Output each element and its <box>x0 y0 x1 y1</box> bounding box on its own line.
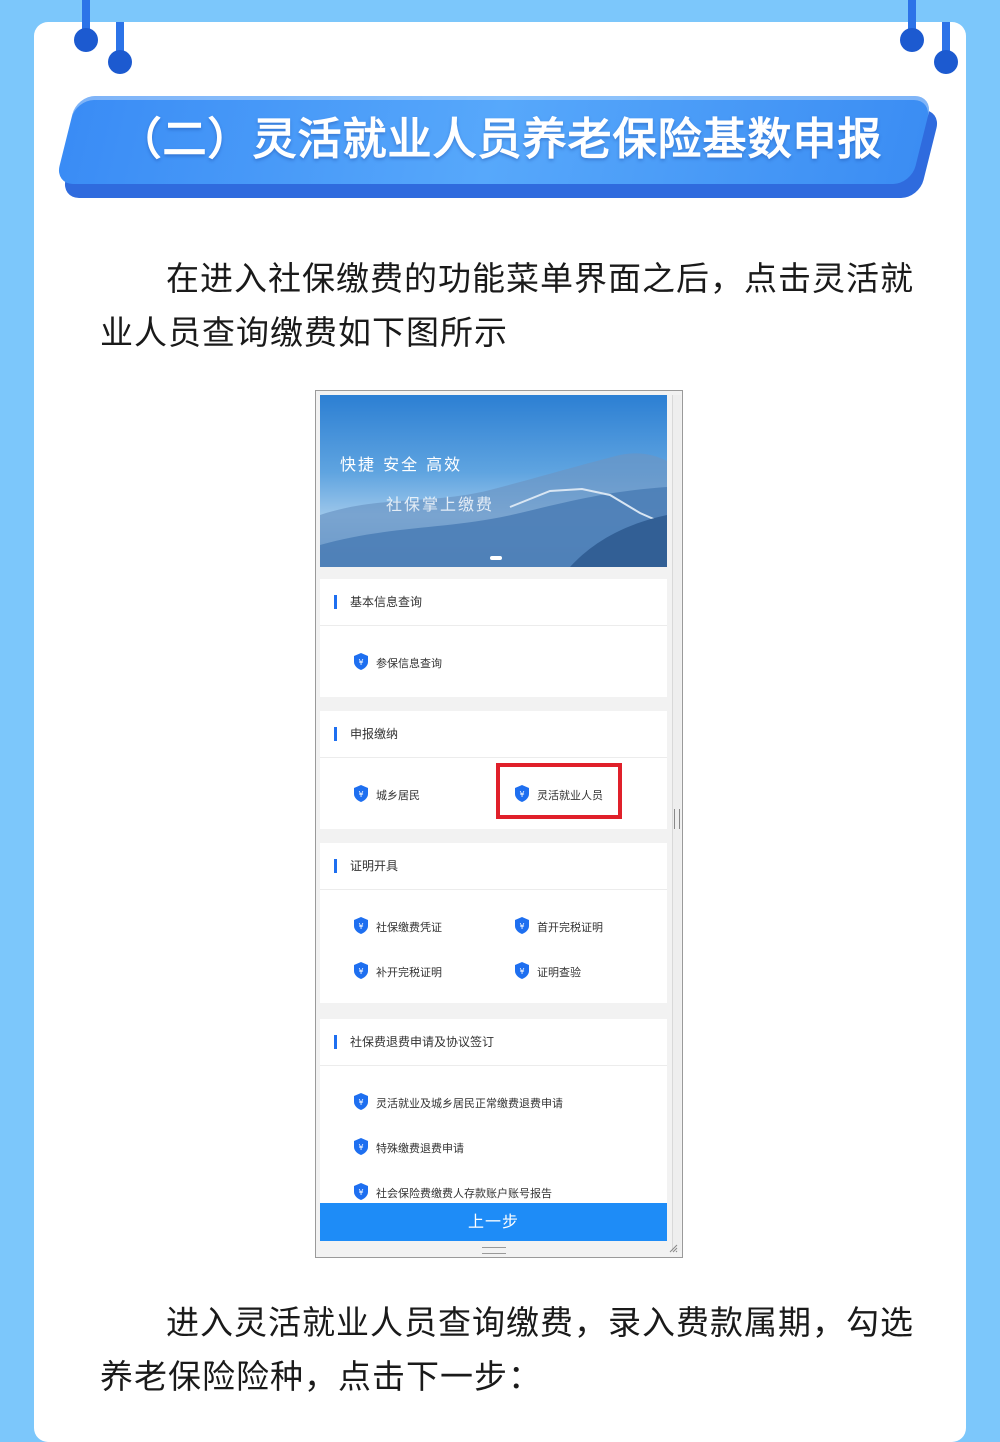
section-refund: 社保费退费申请及协议签订 ¥ 灵活就业及城乡居民正常缴费退费申请 ¥ 特殊缴费退… <box>320 1019 667 1203</box>
hero-subtitle: 社保掌上缴费 <box>386 495 495 514</box>
phone-screenshot: 快捷 安全 高效 社保掌上缴费 基本信息查询 ¥ 参保信息查询 申报缴纳 ¥ 城… <box>315 390 683 1258</box>
section-banner-title: （二）灵活就业人员养老保险基数申报 <box>117 114 883 165</box>
section-header: 基本信息查询 <box>320 579 667 626</box>
section-certificates: 证明开具 ¥ 社保缴费凭证 ¥ 首开完税证明 ¥ 补开完税证明 ¥ 证明查验 <box>320 843 667 1003</box>
section-header: 社保费退费申请及协议签订 <box>320 1019 667 1066</box>
shield-yuan-icon: ¥ <box>354 962 368 979</box>
highlight-box-flexible-employment <box>496 763 622 819</box>
svg-text:¥: ¥ <box>519 922 524 931</box>
section-title: 证明开具 <box>350 859 399 873</box>
svg-text:¥: ¥ <box>358 658 363 667</box>
svg-text:¥: ¥ <box>358 1188 363 1197</box>
binder-dot-right <box>934 50 958 74</box>
svg-text:¥: ¥ <box>358 967 363 976</box>
carousel-indicator[interactable] <box>490 556 502 560</box>
svg-text:¥: ¥ <box>358 1143 363 1152</box>
binder-dot-top-left <box>74 28 98 52</box>
svg-text:¥: ¥ <box>358 922 363 931</box>
binder-dot-left <box>108 50 132 74</box>
svg-text:¥: ¥ <box>358 1098 363 1107</box>
shield-yuan-icon: ¥ <box>354 1138 368 1155</box>
section-basic-info: 基本信息查询 ¥ 参保信息查询 <box>320 579 667 697</box>
resize-corner-icon[interactable] <box>668 1243 678 1253</box>
hero-slogan: 快捷 安全 高效 <box>340 455 463 474</box>
shield-yuan-icon: ¥ <box>354 1183 368 1200</box>
section-accent-bar <box>334 595 337 609</box>
outro-paragraph: 进入灵活就业人员查询缴费，录入费款属期，勾选养老保险险种，点击下一步： <box>100 1303 914 1396</box>
prev-step-button[interactable]: 上一步 <box>320 1203 667 1241</box>
shield-yuan-icon: ¥ <box>354 653 368 670</box>
svg-text:¥: ¥ <box>519 967 524 976</box>
scrollbar-grip[interactable] <box>674 809 680 829</box>
shield-yuan-icon: ¥ <box>354 1093 368 1110</box>
shield-yuan-icon: ¥ <box>515 917 529 934</box>
section-accent-bar <box>334 1035 337 1049</box>
shield-yuan-icon: ¥ <box>354 917 368 934</box>
section-header: 申报缴纳 <box>320 711 667 758</box>
section-header: 证明开具 <box>320 843 667 890</box>
shield-yuan-icon: ¥ <box>354 785 368 802</box>
section-accent-bar <box>334 859 337 873</box>
great-wall-mountains-illustration <box>320 453 667 567</box>
svg-text:¥: ¥ <box>358 790 363 799</box>
hero-banner: 快捷 安全 高效 社保掌上缴费 <box>320 395 667 567</box>
section-title: 基本信息查询 <box>350 595 423 609</box>
bottom-drag-handle[interactable] <box>482 1247 506 1254</box>
intro-paragraph: 在进入社保缴费的功能菜单界面之后，点击灵活就业人员查询缴费如下图所示 <box>100 259 914 352</box>
section-title: 社保费退费申请及协议签订 <box>350 1035 495 1049</box>
binder-dot-top-right <box>900 28 924 52</box>
section-title: 申报缴纳 <box>350 727 399 741</box>
shield-yuan-icon: ¥ <box>515 962 529 979</box>
section-accent-bar <box>334 727 337 741</box>
